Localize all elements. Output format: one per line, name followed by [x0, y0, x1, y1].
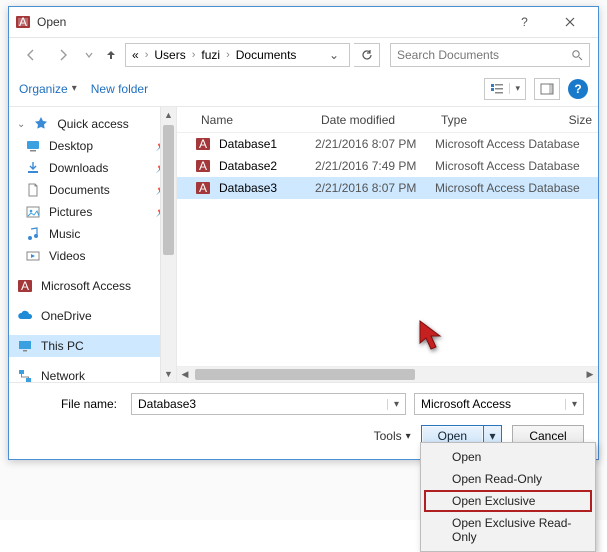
sidebar-documents[interactable]: Documents📌 [9, 179, 176, 201]
open-mode-menu: Open Open Read-Only Open Exclusive Open … [420, 442, 596, 552]
column-headers[interactable]: Name Date modified Type Size [177, 107, 598, 133]
access-file-icon: A [195, 158, 211, 174]
breadcrumb-users[interactable]: Users [152, 48, 187, 62]
svg-text:A: A [199, 159, 207, 173]
scroll-thumb[interactable] [195, 369, 415, 380]
search-box[interactable] [390, 43, 590, 67]
file-list: Name Date modified Type Size ADatabase1 … [177, 107, 598, 382]
filename-label: File name: [23, 397, 123, 411]
scroll-left-icon[interactable]: ◀ [177, 367, 193, 382]
desktop-icon [25, 138, 41, 154]
sidebar-desktop[interactable]: Desktop📌 [9, 135, 176, 157]
new-folder-button[interactable]: New folder [91, 82, 148, 96]
breadcrumb-overflow[interactable]: « [130, 48, 141, 62]
navigation-pane: ⌄ Quick access Desktop📌 Downloads📌 Docum… [9, 107, 177, 382]
nav-row: « › Users › fuzi › Documents ⌄ [9, 37, 598, 71]
scroll-right-icon[interactable]: ▶ [582, 367, 598, 382]
chevron-down-icon[interactable]: ▾ [387, 399, 405, 410]
sidebar-msaccess[interactable]: AMicrosoft Access [9, 275, 176, 297]
view-mode-button[interactable]: ▾ [484, 78, 526, 100]
access-icon: A [17, 278, 33, 294]
menu-open[interactable]: Open [424, 446, 592, 468]
window-title: Open [37, 15, 66, 29]
sidebar-scrollbar[interactable]: ▲ ▼ [160, 107, 176, 382]
chevron-down-icon[interactable]: ⌄ [323, 48, 345, 62]
nav-back-button[interactable] [17, 42, 45, 68]
sidebar-videos[interactable]: Videos [9, 245, 176, 267]
window-help-button[interactable]: ? [502, 8, 547, 36]
videos-icon [25, 248, 41, 264]
help-button[interactable]: ? [568, 79, 588, 99]
chevron-right-icon: › [222, 49, 234, 61]
chevron-right-icon: › [188, 49, 200, 61]
access-file-icon: A [195, 180, 211, 196]
filename-input[interactable] [132, 397, 387, 411]
column-size[interactable]: Size [550, 113, 598, 127]
menu-open-readonly[interactable]: Open Read-Only [424, 468, 592, 490]
file-row[interactable]: ADatabase2 2/21/2016 7:49 PM Microsoft A… [177, 155, 598, 177]
chevron-right-icon: › [141, 49, 153, 61]
tools-button[interactable]: Tools▾ [374, 429, 411, 443]
file-row-selected[interactable]: ADatabase3 2/21/2016 8:07 PM Microsoft A… [177, 177, 598, 199]
sidebar-this-pc[interactable]: This PC [9, 335, 176, 357]
music-icon [25, 226, 41, 242]
svg-text:A: A [21, 279, 29, 293]
filetype-filter[interactable]: Microsoft Access ▾ [414, 393, 584, 415]
svg-text:A: A [199, 181, 207, 195]
scroll-up-icon[interactable]: ▲ [161, 107, 176, 123]
cursor-arrow-icon [418, 319, 446, 353]
network-icon [17, 368, 33, 382]
column-type[interactable]: Type [435, 113, 550, 127]
menu-open-exclusive-readonly[interactable]: Open Exclusive Read-Only [424, 512, 592, 548]
chevron-down-icon[interactable]: ▾ [565, 399, 583, 410]
app-icon: A [15, 14, 31, 30]
nav-recent-button[interactable] [81, 42, 97, 68]
pictures-icon [25, 204, 41, 220]
menu-open-exclusive[interactable]: Open Exclusive [424, 490, 592, 512]
document-icon [25, 182, 41, 198]
chevron-down-icon: ▾ [72, 83, 77, 94]
search-input[interactable] [391, 48, 565, 62]
sidebar-onedrive[interactable]: OneDrive [9, 305, 176, 327]
search-icon[interactable] [565, 49, 589, 61]
column-name[interactable]: Name [195, 113, 315, 127]
refresh-button[interactable] [354, 43, 380, 67]
nav-forward-button[interactable] [49, 42, 77, 68]
pc-icon [17, 338, 33, 354]
window-close-button[interactable] [547, 8, 592, 36]
organize-button[interactable]: Organize▾ [19, 82, 77, 96]
cloud-icon [17, 308, 33, 324]
filename-field[interactable]: ▾ [131, 393, 406, 415]
column-date[interactable]: Date modified [315, 113, 435, 127]
sidebar-music[interactable]: Music [9, 223, 176, 245]
titlebar[interactable]: A Open ? [9, 7, 598, 37]
sidebar-quick-access[interactable]: ⌄ Quick access [9, 113, 176, 135]
chevron-down-icon: ▾ [406, 431, 411, 442]
nav-up-button[interactable] [101, 42, 121, 68]
scroll-down-icon[interactable]: ▼ [161, 366, 176, 382]
access-file-icon: A [195, 136, 211, 152]
toolbar: Organize▾ New folder ▾ ? [9, 71, 598, 107]
star-icon [33, 116, 49, 132]
list-h-scrollbar[interactable]: ◀ ▶ [177, 366, 598, 382]
view-list-icon [485, 83, 509, 95]
breadcrumb-fuzi[interactable]: fuzi [199, 48, 222, 62]
preview-pane-button[interactable] [534, 78, 560, 100]
breadcrumb-documents[interactable]: Documents [234, 48, 299, 62]
svg-text:A: A [19, 15, 27, 29]
file-row[interactable]: ADatabase1 2/21/2016 8:07 PM Microsoft A… [177, 133, 598, 155]
sidebar-pictures[interactable]: Pictures📌 [9, 201, 176, 223]
scroll-thumb[interactable] [163, 125, 174, 255]
sidebar-quick-label: Quick access [57, 117, 128, 131]
svg-text:A: A [199, 137, 207, 151]
open-dialog: A Open ? « › Users › fuzi › Documents [8, 6, 599, 460]
chevron-down-icon: ▾ [509, 83, 525, 94]
sidebar-downloads[interactable]: Downloads📌 [9, 157, 176, 179]
sidebar-network[interactable]: Network [9, 365, 176, 382]
download-icon [25, 160, 41, 176]
breadcrumb-bar[interactable]: « › Users › fuzi › Documents ⌄ [125, 43, 350, 67]
chevron-down-icon: ⌄ [17, 119, 25, 130]
